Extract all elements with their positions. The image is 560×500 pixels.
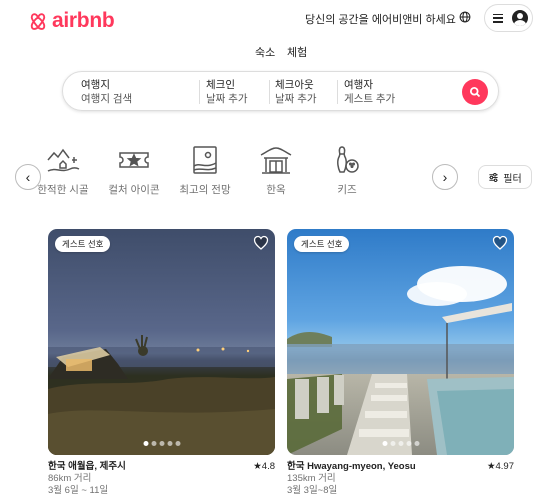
ticket-star-icon: [119, 152, 149, 168]
category-countryside[interactable]: 한적한 시골: [23, 144, 103, 197]
airbnb-logo-icon: [30, 13, 46, 30]
filter-label: 필터: [503, 173, 522, 185]
scenic-view-icon: [193, 146, 217, 174]
photo-dot[interactable]: [159, 441, 164, 446]
listing-title: 한국 Hwayang-myeon, Yeosu: [287, 461, 416, 472]
listing-rating: ★4.97: [486, 461, 514, 472]
tab-experiences[interactable]: 체험: [287, 44, 307, 60]
checkout-value: 날짜 추가: [275, 93, 317, 105]
category-next-button[interactable]: ›: [432, 164, 458, 190]
divider: [199, 80, 200, 104]
divider: [269, 80, 270, 104]
category-hanok[interactable]: 한옥: [236, 144, 316, 197]
search-checkin-field[interactable]: 체크인 날짜 추가: [206, 78, 248, 106]
hanok-icon: [260, 147, 292, 174]
photo-dot[interactable]: [414, 441, 419, 446]
listing-distance: 135km 거리: [287, 473, 336, 484]
listing-info: 한국 애월읍, 제주시 ★4.8 86km 거리 3월 6일 ~ 11일: [48, 461, 275, 497]
checkin-value: 날짜 추가: [206, 93, 248, 105]
globe-icon[interactable]: [459, 11, 471, 23]
chevron-right-icon: ›: [442, 169, 448, 185]
listing-photo-scene: [287, 266, 514, 455]
listing-info: 한국 Hwayang-myeon, Yeosu ★4.97 135km 거리 3…: [287, 461, 514, 497]
countryside-icon: [47, 148, 80, 172]
search-icon: [469, 86, 481, 98]
category-culture-icons[interactable]: 컬처 아이콘: [94, 144, 174, 197]
category-kids[interactable]: 키즈: [307, 144, 387, 197]
guests-value: 게스트 추가: [344, 93, 396, 105]
photo-dot[interactable]: [151, 441, 156, 446]
guest-favorite-badge: 게스트 선호: [294, 236, 350, 252]
listing-dates: 3월 3일~8일: [287, 485, 338, 496]
listing-distance: 86km 거리: [48, 473, 92, 484]
category-label: 키즈: [337, 184, 357, 196]
hamburger-menu-icon: [493, 13, 503, 23]
where-value: 여행지 검색: [81, 93, 133, 105]
brand-name: airbnb: [52, 9, 115, 32]
search-where-field[interactable]: 여행지 여행지 검색: [81, 78, 132, 106]
listing-dates: 3월 6일 ~ 11일: [48, 485, 109, 496]
photo-dot[interactable]: [143, 441, 148, 446]
listing-photo[interactable]: 게스트 선호: [287, 229, 514, 455]
photo-dot[interactable]: [175, 441, 180, 446]
filter-button[interactable]: 필터: [478, 165, 532, 189]
guest-favorite-badge: 게스트 선호: [55, 236, 111, 252]
guests-label: 여행자: [344, 79, 373, 91]
listing-card[interactable]: 게스트 선호 한국 Hwayang-myeon, Yeosu ★4.97 135…: [287, 229, 514, 497]
listing-rating: ★4.8: [253, 461, 275, 472]
photo-dot[interactable]: [398, 441, 403, 446]
search-guests-field[interactable]: 여행자 게스트 추가: [344, 78, 395, 106]
photo-dot[interactable]: [390, 441, 395, 446]
category-label: 최고의 전망: [179, 184, 231, 196]
divider: [337, 80, 338, 104]
heart-icon[interactable]: [492, 235, 508, 250]
category-label: 컬처 아이콘: [108, 184, 160, 196]
checkout-label: 체크아웃: [275, 79, 314, 91]
listing-photo[interactable]: 게스트 선호: [48, 229, 275, 455]
photo-dot[interactable]: [167, 441, 172, 446]
listing-card[interactable]: 게스트 선호 한국 애월읍, 제주시 ★4.8 86km 거리 3월 6일 ~ …: [48, 229, 275, 497]
become-host-link[interactable]: 당신의 공간을 에어비앤비 하세요: [305, 11, 456, 27]
search-checkout-field[interactable]: 체크아웃 날짜 추가: [275, 78, 317, 106]
photo-pagination: [382, 441, 419, 446]
listing-photo-scene: [48, 335, 275, 455]
category-best-views[interactable]: 최고의 전망: [165, 144, 245, 197]
profile-menu-button[interactable]: [484, 4, 533, 32]
listing-title: 한국 애월읍, 제주시: [48, 461, 126, 472]
photo-pagination: [143, 441, 180, 446]
where-label: 여행지: [81, 79, 110, 91]
user-avatar-icon: [512, 10, 528, 26]
checkin-label: 체크인: [206, 79, 235, 91]
photo-dot[interactable]: [382, 441, 387, 446]
category-label: 한옥: [266, 184, 286, 196]
search-bar: 여행지 여행지 검색 체크인 날짜 추가 체크아웃 날짜 추가 여행자 게스트 …: [62, 71, 499, 111]
search-button[interactable]: [462, 79, 488, 105]
heart-icon[interactable]: [253, 235, 269, 250]
airbnb-logo[interactable]: airbnb: [28, 9, 115, 33]
sliders-icon: [489, 172, 498, 182]
bowling-pin-icon: [337, 146, 359, 173]
photo-dot[interactable]: [406, 441, 411, 446]
tab-stays[interactable]: 숙소: [255, 44, 275, 60]
category-label: 한적한 시골: [37, 184, 89, 196]
